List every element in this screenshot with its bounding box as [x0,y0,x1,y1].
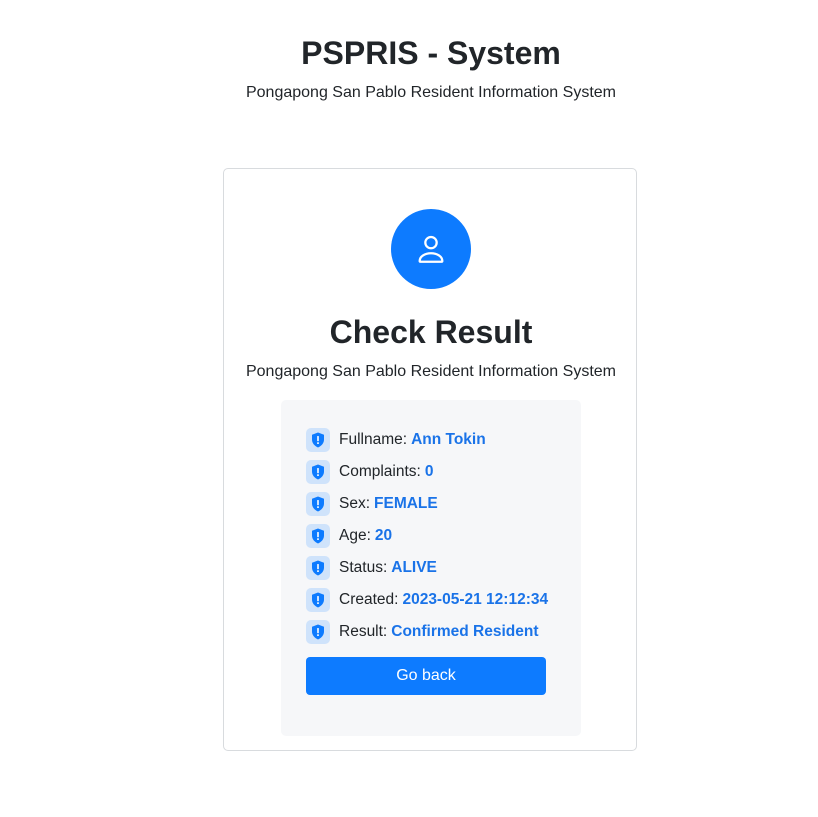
site-subtitle: Pongapong San Pablo Resident Information… [245,84,616,101]
shield-alert-icon [306,428,330,452]
result-value: Confirmed Resident [391,623,539,640]
sex-label: Sex: [339,495,371,512]
result-card: Check Result Pongapong San Pablo Residen… [223,168,637,751]
shield-alert-icon [306,492,330,516]
fullname-value: Ann Tokin [411,431,486,448]
result-label: Result: [339,623,388,640]
page: PSPRIS - System Pongapong San Pablo Resi… [0,0,818,817]
card-title: Check Result [329,314,533,350]
info-row-created: Created: 2023-05-21 12:12:34 [306,584,548,616]
shield-alert-icon [306,556,330,580]
info-row-status: Status: ALIVE [306,552,548,584]
shield-alert-icon [306,524,330,548]
info-row-fullname: Fullname: Ann Tokin [306,424,548,456]
info-list: Fullname: Ann Tokin Complaints: 0 Sex: F… [306,424,548,648]
shield-alert-icon [306,620,330,644]
info-row-result: Result: Confirmed Resident [306,616,548,648]
status-value: ALIVE [391,559,437,576]
shield-alert-icon [306,460,330,484]
card-subtitle: Pongapong San Pablo Resident Information… [245,363,616,380]
go-back-button[interactable]: Go back [306,657,546,695]
info-row-sex: Sex: FEMALE [306,488,548,520]
user-icon [391,209,471,289]
complaints-label: Complaints: [339,463,421,480]
sex-value: FEMALE [374,495,438,512]
age-value: 20 [374,527,393,544]
complaints-value: 0 [424,463,434,480]
site-title: PSPRIS - System [301,35,561,71]
info-row-age: Age: 20 [306,520,548,552]
created-value: 2023-05-21 12:12:34 [402,591,549,608]
age-label: Age: [339,527,371,544]
shield-alert-icon [306,588,330,612]
status-label: Status: [339,559,388,576]
info-box: Fullname: Ann Tokin Complaints: 0 Sex: F… [281,400,581,736]
fullname-label: Fullname: [339,431,408,448]
created-label: Created: [339,591,399,608]
info-row-complaints: Complaints: 0 [306,456,548,488]
